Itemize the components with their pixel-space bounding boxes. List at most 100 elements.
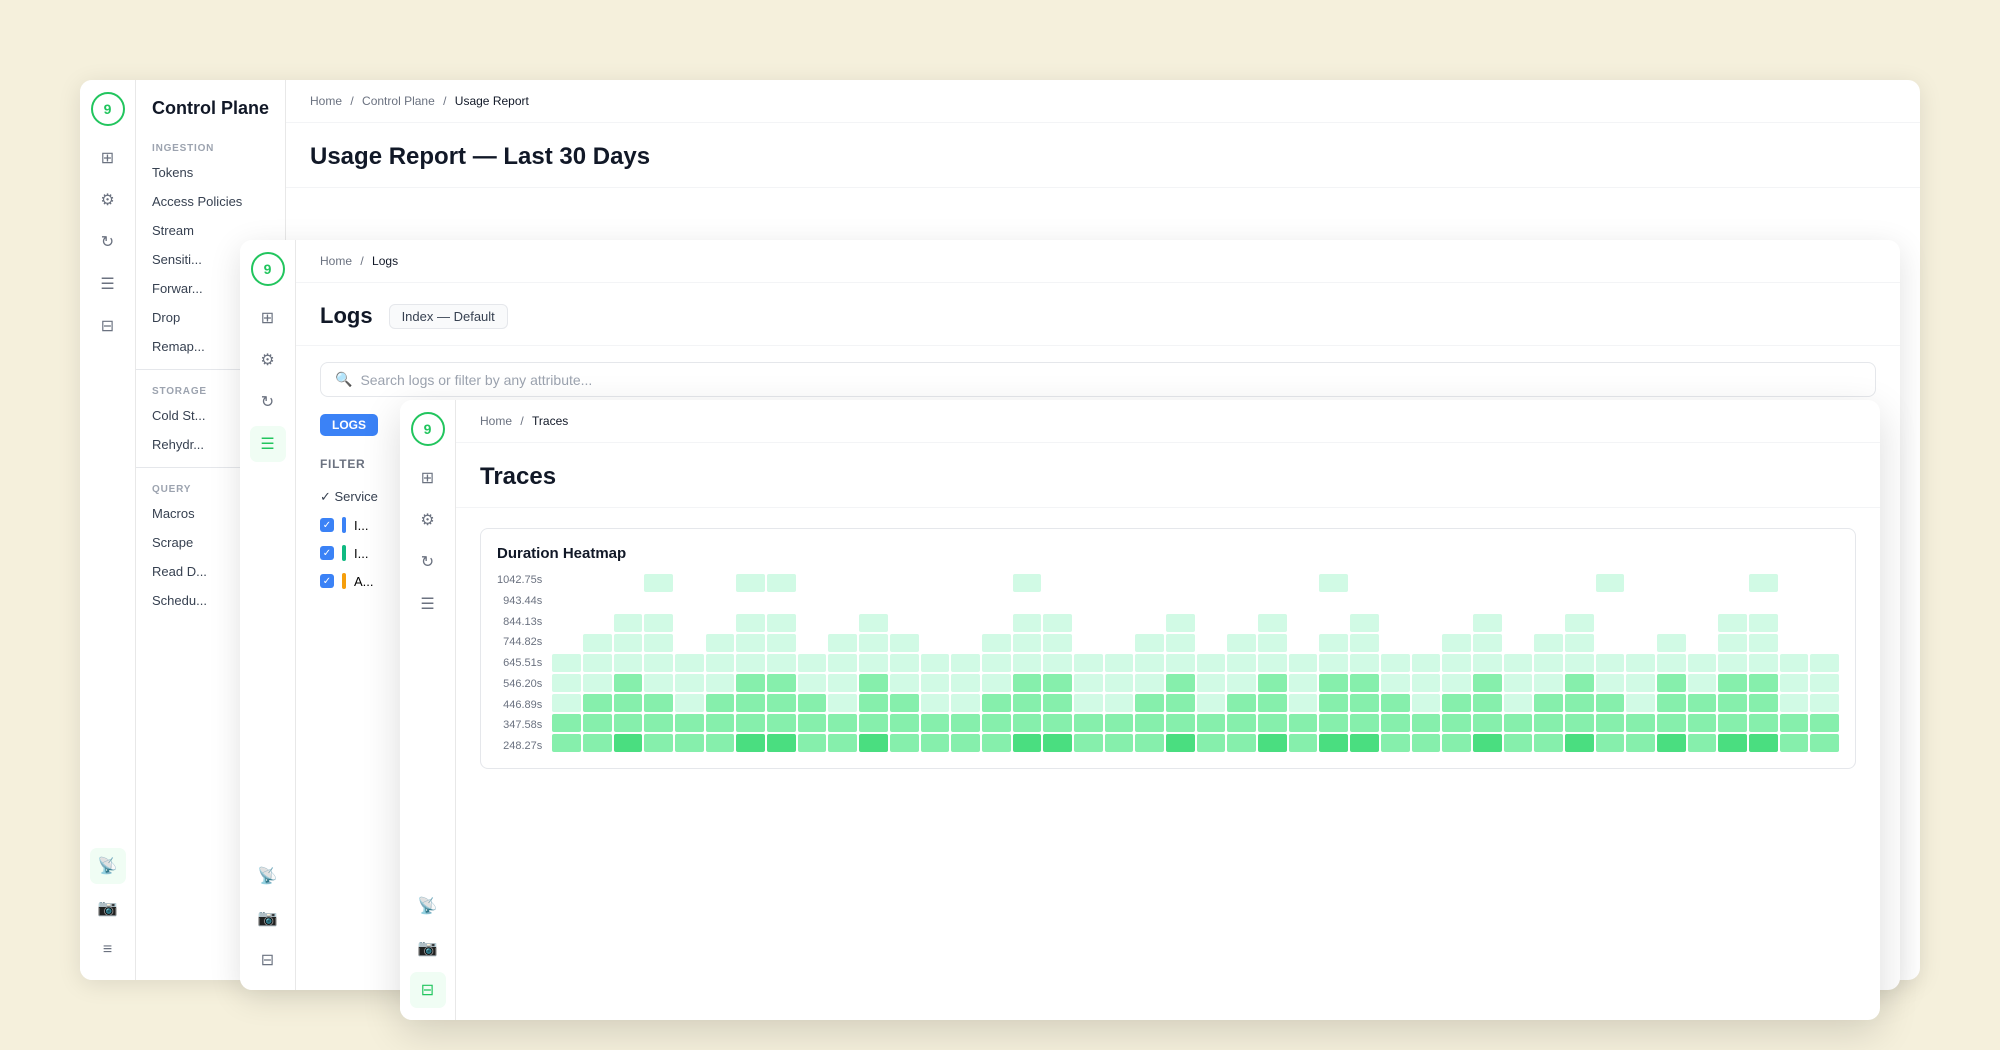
heatmap-cell <box>1289 694 1318 712</box>
heatmap-cell <box>1135 574 1164 592</box>
heatmap-cell <box>1350 654 1379 672</box>
heatmap-cell <box>1381 634 1410 652</box>
heatmap-cell <box>1657 694 1686 712</box>
heatmap-cell <box>1350 614 1379 632</box>
heatmap-cell <box>1289 614 1318 632</box>
window-traces[interactable]: 9 ⊞ ⚙ ↻ ☰ 📡 📷 ⊟ Home / Traces Traces Dur… <box>400 400 1880 1020</box>
window3-settings-icon[interactable]: ⚙ <box>410 502 446 538</box>
heatmap-cell <box>767 634 796 652</box>
heatmap-cell <box>1105 734 1134 752</box>
heatmap-cell <box>552 614 581 632</box>
window1-refresh-icon[interactable]: ↻ <box>90 224 126 260</box>
heatmap-cell <box>1688 594 1717 612</box>
window2-settings-icon[interactable]: ⚙ <box>250 342 286 378</box>
window2-grid-icon[interactable]: ⊞ <box>250 300 286 336</box>
logs-search-bar[interactable]: 🔍 Search logs or filter by any attribute… <box>320 362 1876 397</box>
heatmap-cell <box>1197 654 1226 672</box>
heatmap-cell <box>1074 714 1103 732</box>
heatmap-cell <box>951 594 980 612</box>
y-label-5: 645.51s <box>497 657 542 669</box>
window2-refresh-icon[interactable]: ↻ <box>250 384 286 420</box>
window2-filter-icon[interactable]: ⊟ <box>250 942 286 978</box>
window1-broadcast-icon[interactable]: 📡 <box>90 848 126 884</box>
window3-refresh-icon[interactable]: ↻ <box>410 544 446 580</box>
heatmap-cell <box>1043 594 1072 612</box>
heatmap-cell <box>1197 674 1226 692</box>
heatmap-cell <box>982 614 1011 632</box>
window3-grid-icon[interactable]: ⊞ <box>410 460 446 496</box>
heatmap-cell <box>706 574 735 592</box>
heatmap-title: Duration Heatmap <box>497 545 1839 562</box>
heatmap-cell <box>1043 714 1072 732</box>
window2-camera-icon[interactable]: 📷 <box>250 900 286 936</box>
window2-document-icon[interactable]: ☰ <box>250 426 286 462</box>
window1-icon-sidebar: 9 ⊞ ⚙ ↻ ☰ ⊟ 📡 📷 ≡ <box>80 80 136 980</box>
heatmap-cell <box>1319 594 1348 612</box>
breadcrumb2-logs: Logs <box>372 254 398 268</box>
heatmap-cell <box>1657 734 1686 752</box>
sidebar-item-access-policies[interactable]: Access Policies <box>136 187 285 216</box>
logs-tab[interactable]: LOGS <box>320 414 378 436</box>
window1-section-ingestion: INGESTION <box>136 135 285 158</box>
heatmap-cell <box>1289 594 1318 612</box>
heatmap-cell <box>798 734 827 752</box>
heatmap-cell <box>798 614 827 632</box>
sidebar-item-tokens[interactable]: Tokens <box>136 158 285 187</box>
heatmap-cell <box>1319 634 1348 652</box>
heatmap-cell <box>1596 694 1625 712</box>
heatmap-cell <box>890 594 919 612</box>
heatmap-cell <box>1013 674 1042 692</box>
logs-title: Logs <box>320 303 373 329</box>
heatmap-cell <box>1166 614 1195 632</box>
heatmap-cell <box>675 674 704 692</box>
duration-heatmap: Duration Heatmap 1042.75s 943.44s 844.13… <box>480 528 1856 769</box>
heatmap-cell <box>1504 674 1533 692</box>
window3-filter-icon[interactable]: ⊟ <box>410 972 446 1008</box>
heatmap-cell <box>1810 674 1839 692</box>
breadcrumb3-home[interactable]: Home <box>480 414 512 428</box>
heatmap-cell <box>798 574 827 592</box>
breadcrumb2-home[interactable]: Home <box>320 254 352 268</box>
breadcrumb-home[interactable]: Home <box>310 94 342 108</box>
window1-adjust-icon[interactable]: ≡ <box>90 932 126 968</box>
heatmap-cell <box>1319 674 1348 692</box>
heatmap-cell <box>675 654 704 672</box>
window2-broadcast-icon[interactable]: 📡 <box>250 858 286 894</box>
window1-sidebar-title: Control Plane <box>136 94 285 135</box>
heatmap-cell <box>583 694 612 712</box>
window1-settings-icon[interactable]: ⚙ <box>90 182 126 218</box>
window3-camera-icon[interactable]: 📷 <box>410 930 446 966</box>
heatmap-cell <box>1319 694 1348 712</box>
filter-checkbox-1[interactable]: ✓ <box>320 518 334 532</box>
filter-checkbox-3[interactable]: ✓ <box>320 574 334 588</box>
heatmap-cell <box>552 734 581 752</box>
heatmap-cell <box>1626 694 1655 712</box>
heatmap-cell <box>1565 654 1594 672</box>
window1-document-icon[interactable]: ☰ <box>90 266 126 302</box>
heatmap-cell <box>1013 694 1042 712</box>
heatmap-cell <box>921 734 950 752</box>
window1-grid-icon[interactable]: ⊞ <box>90 140 126 176</box>
heatmap-cell <box>1135 694 1164 712</box>
window3-broadcast-icon[interactable]: 📡 <box>410 888 446 924</box>
heatmap-cell <box>1657 594 1686 612</box>
heatmap-cell <box>1412 634 1441 652</box>
heatmap-cell <box>1227 594 1256 612</box>
heatmap-cell <box>1718 714 1747 732</box>
heatmap-cell <box>706 674 735 692</box>
heatmap-cell <box>1166 594 1195 612</box>
heatmap-cell <box>767 734 796 752</box>
heatmap-cell <box>1534 694 1563 712</box>
breadcrumb-control-plane[interactable]: Control Plane <box>362 94 435 108</box>
logs-index-badge[interactable]: Index — Default <box>389 304 508 329</box>
window1-camera-icon[interactable]: 📷 <box>90 890 126 926</box>
heatmap-cell <box>1810 734 1839 752</box>
heatmap-cell <box>1504 654 1533 672</box>
heatmap-cell <box>1350 694 1379 712</box>
window3-document-icon[interactable]: ☰ <box>410 586 446 622</box>
heatmap-cell <box>1749 594 1778 612</box>
filter-checkbox-2[interactable]: ✓ <box>320 546 334 560</box>
heatmap-cell <box>706 734 735 752</box>
window1-filter-icon[interactable]: ⊟ <box>90 308 126 344</box>
heatmap-cell <box>706 594 735 612</box>
